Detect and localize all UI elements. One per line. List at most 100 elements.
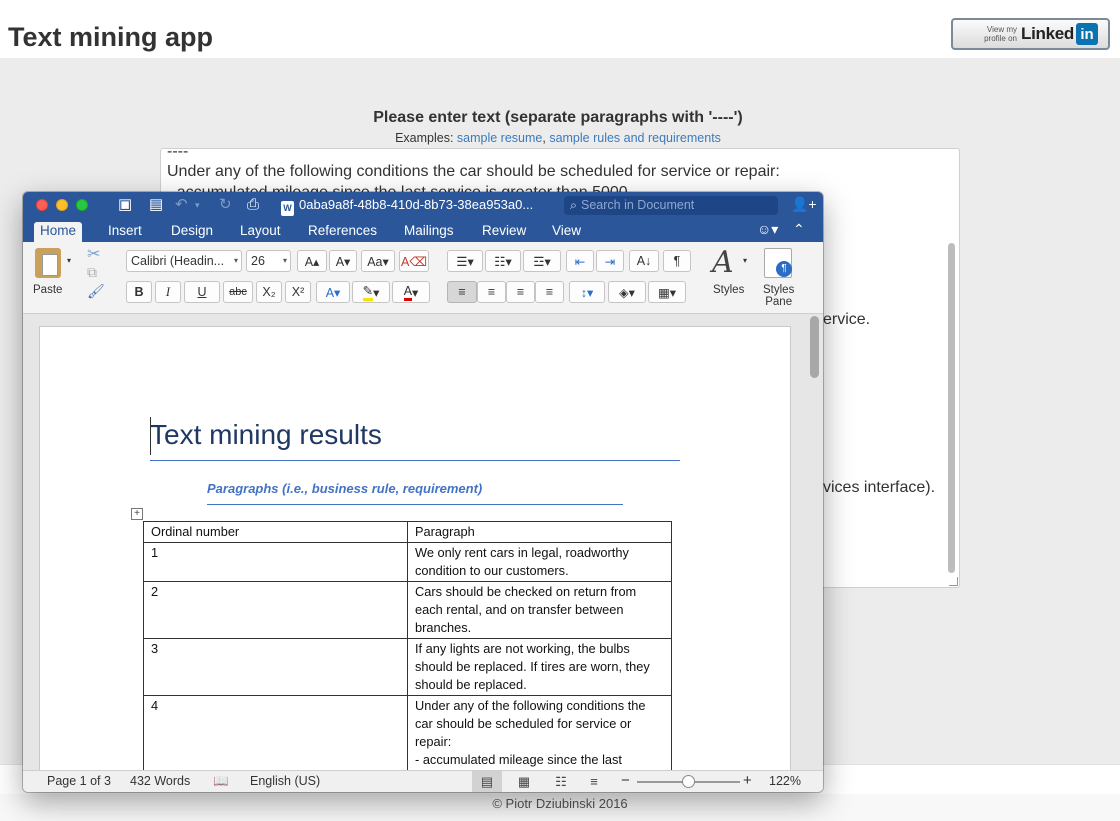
tab-design[interactable]: Design: [165, 222, 219, 242]
styles-label: Styles: [713, 284, 745, 296]
table-header-cell: Ordinal number: [143, 521, 408, 543]
table-move-handle-icon[interactable]: +: [131, 508, 143, 520]
tab-view[interactable]: View: [546, 222, 587, 242]
clear-formatting-icon[interactable]: A⌫: [399, 250, 429, 272]
borders-button[interactable]: ▦▾: [648, 281, 686, 303]
table-header-cell: Paragraph: [407, 521, 672, 543]
bold-button[interactable]: B: [126, 281, 152, 303]
multilevel-list-button[interactable]: ☲▾: [523, 250, 561, 272]
highlighter-icon: ✎: [362, 283, 374, 301]
sort-button[interactable]: A↓: [629, 250, 659, 272]
textarea-scroll-thumb[interactable]: [948, 243, 955, 573]
smiley-feedback-icon[interactable]: ☺▾: [757, 221, 778, 238]
save-icon[interactable]: ▤: [149, 196, 163, 214]
italic-button[interactable]: I: [155, 281, 181, 303]
table-cell: 1: [143, 542, 408, 582]
sample-resume-link[interactable]: sample resume: [457, 131, 542, 145]
page-count[interactable]: Page 1 of 3: [47, 774, 111, 788]
paste-dropdown-icon[interactable]: ▾: [67, 256, 71, 265]
linkedin-profile-button[interactable]: View my profile on Linked in: [951, 18, 1110, 50]
decrease-indent-button[interactable]: ⇤: [566, 250, 594, 272]
table-header-row: Ordinal number Paragraph: [143, 521, 672, 543]
collapse-ribbon-icon[interactable]: ⌃: [793, 221, 805, 238]
copy-icon[interactable]: ⧉: [87, 264, 97, 281]
document-canvas[interactable]: Text mining results Paragraphs (i.e., bu…: [23, 314, 823, 787]
linkedin-small-text: View my profile on: [984, 25, 1017, 43]
styles-icon[interactable]: A: [712, 245, 734, 280]
format-painter-icon[interactable]: 🖌: [87, 283, 105, 300]
text-effects-button[interactable]: A▾: [316, 281, 350, 303]
chevron-down-icon: ▾: [282, 256, 287, 265]
document-page[interactable]: Text mining results Paragraphs (i.e., bu…: [40, 327, 790, 787]
show-formatting-button[interactable]: ¶: [663, 250, 691, 272]
grow-font-button[interactable]: A▴: [297, 250, 327, 272]
shading-button[interactable]: ◈▾: [608, 281, 646, 303]
zoom-out-button[interactable]: −: [621, 772, 630, 789]
undo-dropdown-icon[interactable]: ▾: [195, 196, 200, 214]
language-indicator[interactable]: English (US): [250, 774, 320, 788]
print-layout-view-icon[interactable]: ▤: [472, 771, 502, 792]
undo-icon[interactable]: ↶: [175, 196, 188, 214]
tab-home[interactable]: Home: [34, 222, 83, 242]
line-spacing-button[interactable]: ↕▾: [569, 281, 605, 303]
table-cell: 3: [143, 638, 408, 696]
draft-view-icon[interactable]: ≡: [579, 771, 609, 792]
sidebar-toggle-icon[interactable]: ▣: [118, 196, 132, 214]
subscript-button[interactable]: X₂: [256, 281, 282, 303]
resize-handle-icon[interactable]: [949, 577, 958, 586]
font-color-button[interactable]: A ▾: [392, 281, 430, 303]
search-icon: ⌕: [570, 198, 578, 212]
table-cell: Cars should be checked on return from ea…: [407, 581, 672, 639]
chevron-down-icon[interactable]: ▾: [743, 256, 747, 265]
close-window-button[interactable]: [36, 199, 48, 211]
tab-references[interactable]: References: [302, 222, 383, 242]
minimize-window-button[interactable]: [56, 199, 68, 211]
print-icon[interactable]: ⎙: [247, 196, 259, 214]
zoom-level[interactable]: 122%: [769, 774, 801, 788]
document-title: W 0aba9a8f-48b8-410d-8b73-38ea953a0...: [281, 197, 533, 216]
font-name-select[interactable]: Calibri (Headin... ▾: [126, 250, 242, 272]
paste-icon[interactable]: [35, 248, 61, 278]
table-cell: We only rent cars in legal, roadworthy c…: [407, 542, 672, 582]
table-cell: 2: [143, 581, 408, 639]
tab-insert[interactable]: Insert: [102, 222, 148, 242]
textarea-scrollbar[interactable]: [946, 153, 957, 579]
word-count[interactable]: 432 Words: [130, 774, 190, 788]
maximize-window-button[interactable]: [76, 199, 88, 211]
textarea-line: ----: [167, 148, 189, 160]
table-row: 3 If any lights are not working, the bul…: [143, 638, 672, 696]
align-center-button[interactable]: ≡: [477, 281, 506, 303]
cut-icon[interactable]: ✂: [87, 244, 100, 264]
bullets-button[interactable]: ☰▾: [447, 250, 483, 272]
redo-icon[interactable]: ↻: [219, 196, 232, 214]
tab-review[interactable]: Review: [476, 222, 532, 242]
justify-button[interactable]: ≡: [535, 281, 564, 303]
outline-view-icon[interactable]: ☷: [546, 771, 576, 792]
align-left-button[interactable]: ≡: [447, 281, 477, 303]
increase-indent-button[interactable]: ⇥: [596, 250, 624, 272]
change-case-button[interactable]: Aa▾: [361, 250, 395, 272]
table-row: 1 We only rent cars in legal, roadworthy…: [143, 542, 672, 582]
strikethrough-button[interactable]: abc: [223, 281, 253, 303]
zoom-in-button[interactable]: +: [743, 772, 752, 789]
web-layout-view-icon[interactable]: ▦: [509, 771, 539, 792]
underline-button[interactable]: U: [184, 281, 220, 303]
proofing-icon[interactable]: 📖: [213, 774, 229, 789]
font-color-icon: A: [403, 284, 413, 301]
sample-rules-link[interactable]: sample rules and requirements: [549, 131, 721, 145]
align-right-button[interactable]: ≡: [506, 281, 535, 303]
document-scroll-thumb[interactable]: [810, 316, 819, 378]
styles-pane-icon[interactable]: [764, 248, 792, 278]
results-table: Ordinal number Paragraph 1 We only rent …: [143, 521, 672, 771]
font-size-select[interactable]: 26 ▾: [246, 250, 291, 272]
superscript-button[interactable]: X²: [285, 281, 311, 303]
tab-layout[interactable]: Layout: [234, 222, 287, 242]
numbering-button[interactable]: ☷▾: [485, 250, 521, 272]
shrink-font-button[interactable]: A▾: [329, 250, 357, 272]
search-in-document-input[interactable]: ⌕ Search in Document: [564, 196, 778, 215]
share-icon[interactable]: 👤+: [791, 196, 817, 213]
tab-mailings[interactable]: Mailings: [398, 222, 460, 242]
highlight-color-button[interactable]: ✎ ▾: [352, 281, 390, 303]
linkedin-icon: in: [1076, 23, 1098, 45]
zoom-slider-thumb[interactable]: [682, 775, 695, 788]
